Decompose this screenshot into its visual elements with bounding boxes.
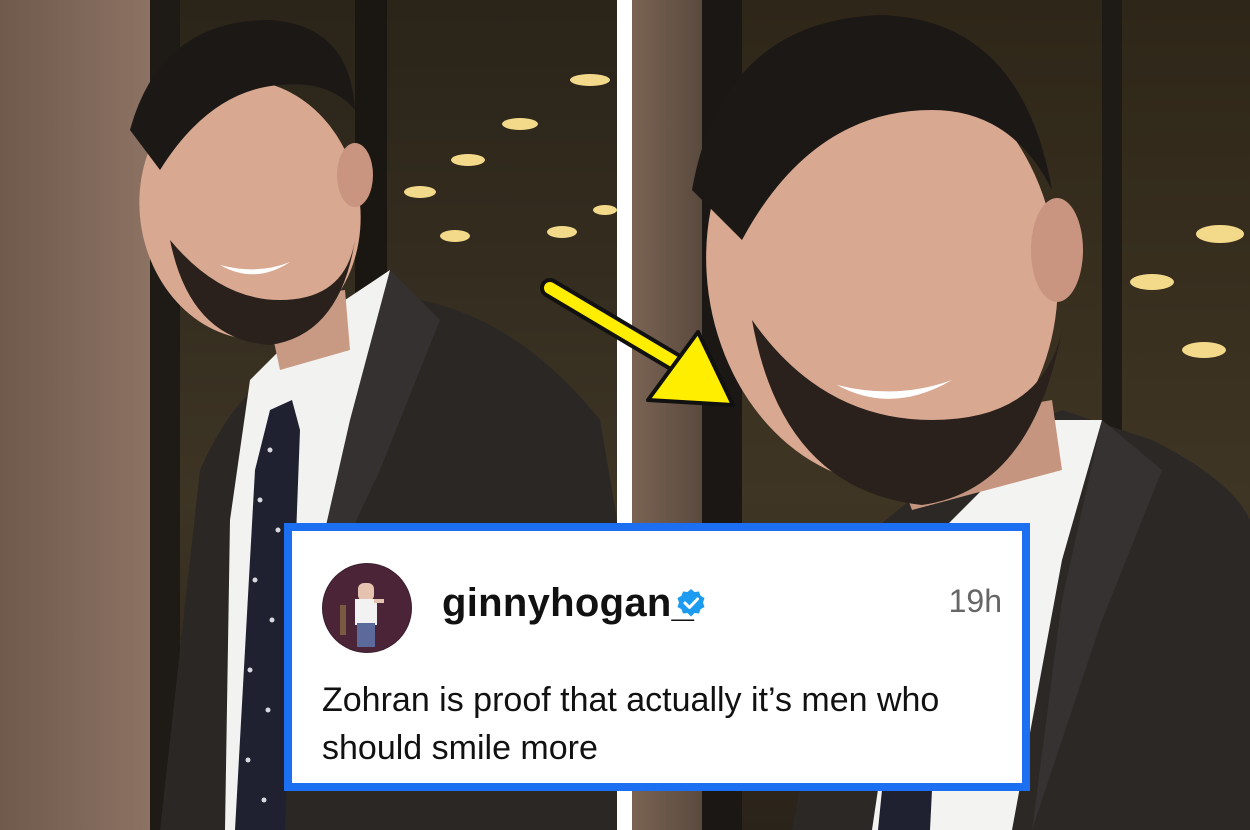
comparison-image: ginnyhogan_ 19h Zohran is proof that act… [0,0,1250,830]
avatar-image [322,563,412,653]
yellow-arrow-icon [540,278,735,407]
post-text: Zohran is proof that actually it’s men w… [322,681,940,767]
username[interactable]: ginnyhogan_ [442,581,694,626]
post-timestamp: 19h [948,583,1002,619]
verified-badge-icon [677,589,705,617]
social-post-card: ginnyhogan_ 19h Zohran is proof that act… [284,523,1030,791]
avatar[interactable] [322,563,412,653]
